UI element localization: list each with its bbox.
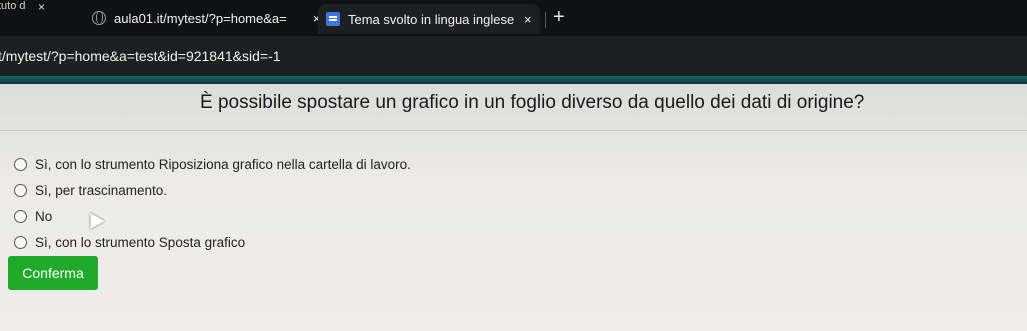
- question-text: È possibile spostare un grafico in un fo…: [200, 92, 865, 113]
- radio-button[interactable]: [14, 235, 27, 249]
- tab-aula01[interactable]: aula01.it/mytest/?p=home&a= ×: [92, 7, 320, 29]
- toolbar-edge: [0, 76, 1027, 84]
- tab-aula01-title: aula01.it/mytest/?p=home&a=: [114, 10, 287, 26]
- confirm-button[interactable]: Conferma: [8, 256, 98, 290]
- option-no[interactable]: No: [12, 203, 411, 229]
- answer-options: Sì, con lo strumento Riposiziona grafico…: [12, 151, 411, 255]
- radio-button[interactable]: [14, 157, 27, 171]
- tab-previous-title[interactable]: tuto d: [0, 0, 26, 12]
- option-label[interactable]: Sì, per trascinamento.: [35, 183, 167, 198]
- tab-tema-svolto-close-icon[interactable]: ×: [524, 12, 532, 27]
- tab-tema-svolto[interactable]: Tema svolto in lingua inglese su ×: [318, 4, 540, 34]
- option-label[interactable]: Sì, con lo strumento Riposiziona grafico…: [35, 157, 411, 172]
- tab-tema-svolto-title: Tema svolto in lingua inglese su: [348, 11, 516, 27]
- url-text[interactable]: t/mytest/?p=home&a=test&id=921841&sid=-1: [0, 48, 281, 64]
- forms-icon: [326, 12, 340, 26]
- option-sposta-grafico[interactable]: Sì, con lo strumento Sposta grafico: [12, 229, 411, 255]
- option-label[interactable]: No: [35, 209, 52, 224]
- radio-button[interactable]: [14, 209, 27, 223]
- option-trascinamento[interactable]: Sì, per trascinamento.: [12, 177, 411, 203]
- question-divider: [0, 130, 1027, 131]
- option-riposiziona[interactable]: Sì, con lo strumento Riposiziona grafico…: [12, 151, 411, 177]
- tab-separator: [545, 12, 546, 28]
- globe-icon: [92, 11, 106, 25]
- tab-previous-close-icon[interactable]: ×: [38, 0, 45, 14]
- option-label[interactable]: Sì, con lo strumento Sposta grafico: [35, 235, 245, 250]
- browser-tab-bar: tuto d × aula01.it/mytest/?p=home&a= × T…: [0, 0, 1027, 36]
- address-bar[interactable]: t/mytest/?p=home&a=test&id=921841&sid=-1: [0, 36, 1027, 76]
- radio-button[interactable]: [14, 183, 27, 197]
- new-tab-icon[interactable]: +: [553, 6, 565, 28]
